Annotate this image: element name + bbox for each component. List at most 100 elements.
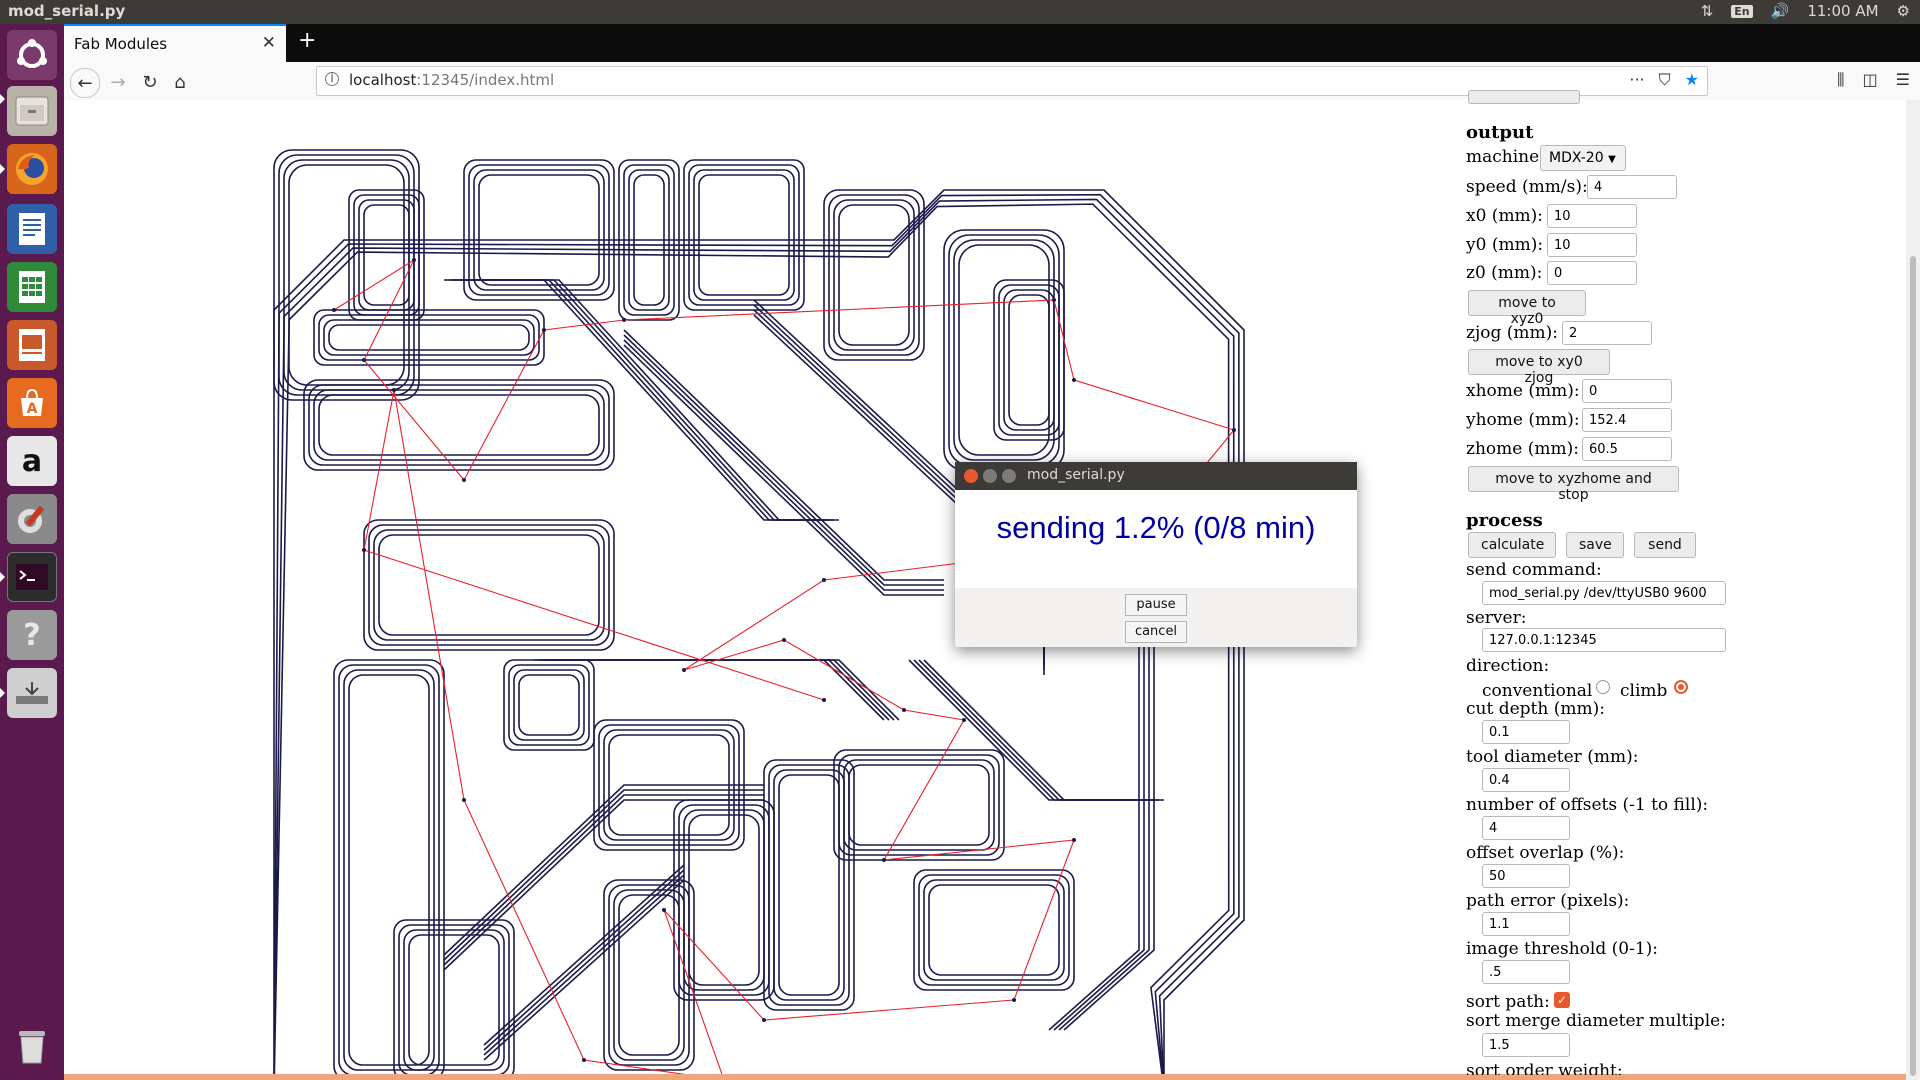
zjog-field[interactable]: 2 — [1562, 321, 1652, 345]
volume-icon[interactable]: 🔊 — [1771, 2, 1790, 20]
threshold-field[interactable]: .5 — [1482, 960, 1570, 984]
y0-field[interactable]: 10 — [1547, 233, 1637, 257]
minimize-window-icon[interactable] — [983, 469, 997, 483]
close-window-icon[interactable] — [964, 469, 978, 483]
sidebar-icon[interactable]: ◫ — [1863, 70, 1878, 90]
forward-icon[interactable]: → — [104, 68, 132, 96]
toolpath-loop — [693, 169, 795, 301]
machine-select[interactable]: MDX-20 ▼ — [1540, 145, 1626, 171]
writer-icon[interactable] — [7, 204, 57, 254]
dialog-titlebar[interactable]: mod_serial.py — [955, 462, 1357, 490]
z0-field[interactable]: 0 — [1547, 261, 1637, 285]
zhome-field[interactable]: 60.5 — [1582, 437, 1672, 461]
cut-depth-field[interactable]: 0.1 — [1482, 720, 1570, 744]
scrollbar-thumb[interactable] — [1910, 256, 1916, 1076]
save-button[interactable]: save — [1566, 532, 1624, 558]
toolpath-loop — [318, 314, 540, 361]
path-node — [582, 1058, 586, 1062]
move-to-xyzhome-and-stop-button[interactable]: move to xyzhome and stop — [1468, 466, 1679, 503]
toolpath-loop — [768, 764, 850, 1006]
toolpath-loop — [473, 169, 605, 291]
toolpath-loop — [343, 669, 435, 1071]
toolpath-trace — [923, 659, 1164, 801]
trash-icon[interactable] — [7, 1020, 57, 1070]
gear-icon[interactable]: ⚙ — [1897, 2, 1910, 20]
toolpath-loop — [338, 664, 440, 1076]
toolpath-loop — [683, 159, 805, 311]
pocket-icon[interactable]: ⛉ — [1659, 70, 1671, 90]
toolpath-loop — [683, 809, 765, 991]
firefox-icon[interactable] — [7, 144, 57, 194]
mod-installer-icon[interactable] — [7, 668, 57, 718]
software-center-icon[interactable]: A — [7, 378, 57, 428]
new-tab-icon[interactable]: + — [298, 28, 316, 53]
process-heading: process — [1466, 510, 1543, 531]
tab-fab-modules[interactable]: Fab Modules ✕ — [64, 24, 286, 62]
toolpath-loop — [918, 874, 1070, 986]
move-to-xy0-zjog-button[interactable]: move to xy0 zjog — [1468, 349, 1610, 386]
server-field[interactable]: 127.0.0.1:12345 — [1482, 628, 1726, 652]
sort-path-checkbox[interactable]: ✓ — [1554, 992, 1570, 1008]
running-indicator — [0, 572, 5, 582]
close-tab-icon[interactable]: ✕ — [262, 33, 276, 53]
clock[interactable]: 11:00 AM — [1807, 2, 1878, 20]
page-actions-icon[interactable]: ··· — [1629, 70, 1644, 90]
toolpath-loop — [328, 324, 530, 351]
settings-icon[interactable] — [7, 494, 57, 544]
offsets-field[interactable]: 4 — [1482, 816, 1570, 840]
files-icon[interactable] — [7, 86, 57, 136]
toolpath-loop — [508, 664, 590, 746]
path-node — [822, 578, 826, 582]
calc-icon[interactable] — [7, 262, 57, 312]
home-icon[interactable]: ⌂ — [166, 68, 194, 96]
clipped-button[interactable] — [1468, 90, 1580, 104]
send-command-field[interactable]: mod_serial.py /dev/ttyUSB0 9600 — [1482, 581, 1726, 605]
menu-icon[interactable]: ☰ — [1896, 70, 1910, 90]
system-top-panel: mod_serial.py ⇅ En 🔊 11:00 AM ⚙ — [0, 0, 1920, 24]
path-node — [1072, 378, 1076, 382]
toolpath-loop — [688, 164, 800, 306]
chevron-down-icon: ▼ — [1608, 154, 1616, 165]
overlap-field[interactable]: 50 — [1482, 864, 1570, 888]
climb-radio[interactable] — [1674, 680, 1688, 694]
impress-icon[interactable] — [7, 320, 57, 370]
library-icon[interactable]: ⫼ — [1837, 70, 1844, 90]
pause-button[interactable]: pause — [1125, 594, 1187, 616]
x0-field[interactable]: 10 — [1547, 204, 1637, 228]
ubuntu-dash-icon[interactable] — [7, 30, 57, 80]
sort-merge-field[interactable]: 1.5 — [1482, 1033, 1570, 1057]
network-arrows-icon[interactable]: ⇅ — [1701, 2, 1714, 20]
browser-nav-bar: ← → ↻ ⌂ i localhost:12345/index.html ···… — [64, 62, 1920, 101]
toolpath-loop — [603, 879, 695, 1071]
calculate-button[interactable]: calculate — [1468, 532, 1556, 558]
path-node — [1052, 298, 1056, 302]
reload-icon[interactable]: ↻ — [136, 68, 164, 96]
maximize-window-icon[interactable] — [1002, 469, 1016, 483]
toolpath-trace — [454, 279, 834, 521]
conventional-radio[interactable] — [1596, 680, 1610, 694]
path-node — [782, 638, 786, 642]
amazon-icon[interactable]: a — [7, 436, 57, 486]
path-error-field[interactable]: 1.1 — [1482, 912, 1570, 936]
speed-field[interactable]: 4 — [1587, 175, 1677, 199]
cancel-button[interactable]: cancel — [1125, 621, 1187, 643]
send-button[interactable]: send — [1634, 532, 1696, 558]
page-scrollbar[interactable] — [1906, 100, 1920, 1080]
path-node — [542, 328, 546, 332]
url-text[interactable]: localhost:12345/index.html — [349, 71, 554, 89]
speed-label: speed (mm/s): — [1466, 177, 1588, 197]
back-icon[interactable]: ← — [70, 68, 100, 98]
toolpath-loop — [828, 194, 920, 356]
yhome-field[interactable]: 152.4 — [1582, 408, 1672, 432]
unity-launcher: A a ? — [0, 24, 64, 1080]
xhome-field[interactable]: 0 — [1582, 379, 1672, 403]
move-to-xyz0-button[interactable]: move to xyz0 — [1468, 290, 1586, 327]
tool-diameter-field[interactable]: 0.4 — [1482, 768, 1570, 792]
zhome-label: zhome (mm): — [1466, 439, 1579, 459]
help-icon[interactable]: ? — [7, 610, 57, 660]
terminal-icon[interactable] — [7, 552, 57, 602]
keyboard-icon[interactable]: En — [1731, 4, 1753, 18]
toolpath-loop — [333, 659, 445, 1080]
bookmark-star-icon[interactable]: ★ — [1685, 70, 1699, 90]
site-info-icon[interactable]: i — [325, 72, 339, 86]
